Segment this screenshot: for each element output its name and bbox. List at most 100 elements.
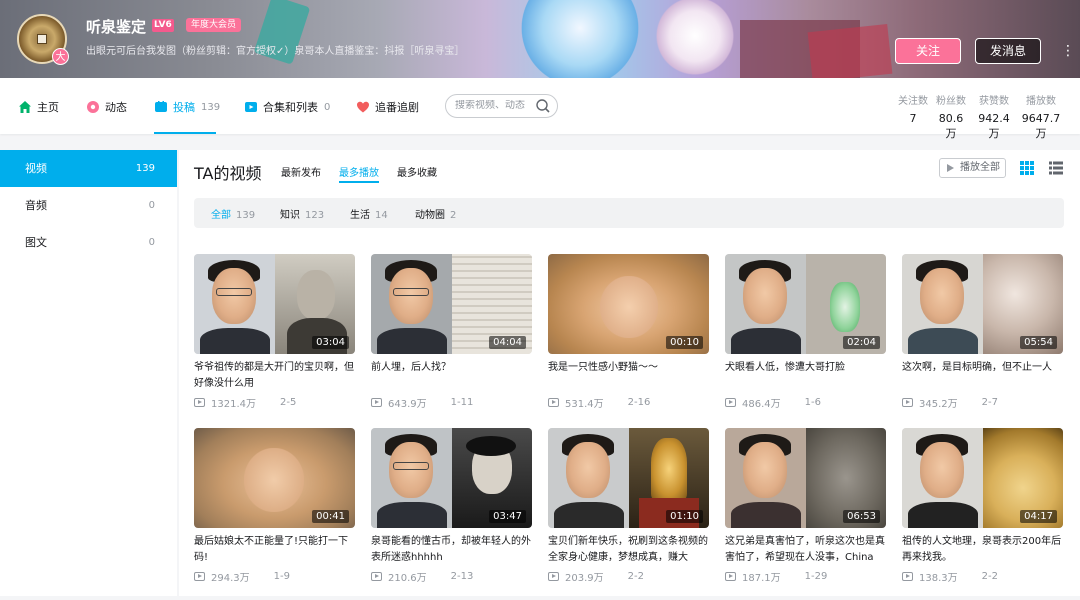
video-meta: 203.9万 2-2: [548, 569, 709, 584]
video-meta: 187.1万 1-29: [725, 569, 886, 584]
vip-avatar-badge: 大: [52, 48, 69, 65]
sort-latest[interactable]: 最新发布: [281, 164, 321, 179]
tab-collections[interactable]: 合集和列表 0: [244, 98, 330, 116]
stat-fans[interactable]: 粉丝数 80.6万: [934, 92, 968, 141]
follow-button[interactable]: 关注: [895, 38, 961, 64]
video-thumbnail[interactable]: 03:47: [371, 428, 532, 528]
playlist-icon: [245, 102, 257, 112]
video-card[interactable]: 05:54 这次啊，是目标明确，但不止一人 345.2万 2-7: [902, 254, 1063, 426]
video-card[interactable]: 06:53 这兄弟是真害怕了，听泉这次也是真害怕了，希望现在人没事，China …: [725, 428, 886, 600]
video-title[interactable]: 这兄弟是真害怕了，听泉这次也是真害怕了，希望现在人没事，China: [725, 534, 886, 566]
message-button[interactable]: 发消息: [975, 38, 1041, 64]
more-icon[interactable]: ⋮: [1058, 40, 1078, 62]
sort-most-played[interactable]: 最多播放: [339, 164, 379, 179]
video-thumbnail[interactable]: 00:10: [548, 254, 709, 354]
filter-animals[interactable]: 动物圈 2: [415, 206, 456, 221]
video-thumbnail[interactable]: 02:04: [725, 254, 886, 354]
video-title[interactable]: 最后姑娘太不正能量了!只能打一下码!: [194, 534, 355, 566]
video-thumbnail[interactable]: 05:54: [902, 254, 1063, 354]
space-search[interactable]: [445, 94, 558, 118]
video-thumbnail[interactable]: 03:04: [194, 254, 355, 354]
search-input[interactable]: [455, 100, 533, 111]
video-card[interactable]: 02:04 犬眼看人低，惨遭大哥打脸 486.4万 1-6: [725, 254, 886, 426]
video-card[interactable]: 01:10 宝贝们新年快乐，祝刷到这条视频的全家身心健康，梦想成真，赚大 203…: [548, 428, 709, 600]
flower-icon: [87, 101, 99, 113]
signature: 出眼元可后台我发图（粉丝剪辑：官方授权✓）泉哥本人直播鉴宝：抖报［听泉寻宝］: [86, 46, 465, 57]
tab-home[interactable]: 主页: [18, 98, 59, 116]
video-card[interactable]: 03:04 爷爷祖传的都是大开门的宝贝啊，但好像没什么用 1321.4万 2-5: [194, 254, 355, 426]
video-title[interactable]: 宝贝们新年快乐，祝刷到这条视频的全家身心健康，梦想成真，赚大: [548, 534, 709, 566]
video-card[interactable]: 03:47 泉哥能看的懂古币，却被年轻人的外表所迷惑hhhhh 210.6万 2-…: [371, 428, 532, 600]
tab-underline: [154, 132, 216, 134]
home-icon: [19, 101, 31, 113]
play-count-icon: [725, 398, 736, 407]
video-thumbnail[interactable]: 00:41: [194, 428, 355, 528]
vip-badge[interactable]: 年度大会员: [186, 18, 242, 32]
video-meta: 643.9万 1-11: [371, 395, 532, 410]
filter-knowledge[interactable]: 知识 123: [280, 206, 324, 221]
video-meta: 138.3万 2-2: [902, 569, 1063, 584]
video-meta: 210.6万 2-13: [371, 569, 532, 584]
tab-bangumi[interactable]: 追番追剧: [356, 98, 419, 116]
video-title[interactable]: 这次啊，是目标明确，但不止一人: [902, 360, 1063, 392]
page-title: TA的视频: [194, 164, 262, 183]
video-duration: 01:10: [666, 510, 703, 523]
tab-uploads[interactable]: 投稿 139: [154, 98, 220, 116]
video-duration: 04:04: [489, 336, 526, 349]
list-view-icon[interactable]: [1049, 161, 1063, 175]
level-badge: LV6: [152, 19, 174, 32]
video-meta: 294.3万 1-9: [194, 569, 355, 584]
video-thumbnail[interactable]: 06:53: [725, 428, 886, 528]
search-icon[interactable]: [535, 98, 551, 114]
tab-dynamic[interactable]: 动态: [86, 98, 127, 116]
sidebar-item-video[interactable]: 视频 139: [0, 150, 177, 187]
stat-views: 播放数 9647.7万: [1021, 96, 1061, 140]
sort-most-favorited[interactable]: 最多收藏: [397, 164, 437, 179]
video-title[interactable]: 我是一只性感小野猫～～: [548, 360, 709, 392]
video-title[interactable]: 前人埋，后人找？: [371, 360, 532, 392]
sidebar-item-audio[interactable]: 音频 0: [0, 187, 177, 224]
play-count-icon: [371, 398, 382, 407]
content-sidebar: 视频 139 音频 0 图文 0: [0, 150, 177, 596]
video-card[interactable]: 00:10 我是一只性感小野猫～～ 531.4万 2-16: [548, 254, 709, 426]
video-title[interactable]: 泉哥能看的懂古币，却被年轻人的外表所迷惑hhhhh: [371, 534, 532, 566]
profile-navbar: 主页 动态 投稿 139 合集和列表 0 追番追剧 关注数 7 粉丝数 80.6…: [0, 78, 1080, 140]
filter-life[interactable]: 生活 14: [350, 206, 388, 221]
play-count-icon: [725, 572, 736, 581]
banner-art: [807, 23, 893, 78]
banner-art: [520, 0, 640, 78]
video-card[interactable]: 04:17 祖传的人文地理，泉哥表示200年后再来找我。 138.3万 2-2: [902, 428, 1063, 600]
profile-banner: 大 听泉鉴定 LV6 年度大会员 出眼元可后台我发图（粉丝剪辑：官方授权✓）泉哥…: [0, 0, 1080, 78]
heart-icon: [357, 101, 369, 113]
play-count-icon: [371, 572, 382, 581]
video-title[interactable]: 犬眼看人低，惨遭大哥打脸: [725, 360, 886, 392]
play-all-button[interactable]: 播放全部: [939, 158, 1006, 178]
video-title[interactable]: 祖传的人文地理，泉哥表示200年后再来找我。: [902, 534, 1063, 566]
video-thumbnail[interactable]: 04:17: [902, 428, 1063, 528]
video-duration: 00:10: [666, 336, 703, 349]
video-duration: 06:53: [843, 510, 880, 523]
video-duration: 04:17: [1020, 510, 1057, 523]
video-duration: 03:47: [489, 510, 526, 523]
video-thumbnail[interactable]: 04:04: [371, 254, 532, 354]
play-count-icon: [194, 398, 205, 407]
video-card[interactable]: 00:41 最后姑娘太不正能量了!只能打一下码! 294.3万 1-9: [194, 428, 355, 600]
video-meta: 486.4万 1-6: [725, 395, 886, 410]
sidebar-item-article[interactable]: 图文 0: [0, 224, 177, 261]
play-icon: [947, 164, 954, 172]
video-panel: TA的视频 最新发布 最多播放 最多收藏 播放全部 全部 139 知识 123 生活…: [179, 150, 1080, 596]
video-meta: 531.4万 2-16: [548, 395, 709, 410]
video-meta: 345.2万 2-7: [902, 395, 1063, 410]
play-count-icon: [902, 572, 913, 581]
filter-all[interactable]: 全部 139: [211, 206, 255, 221]
play-count-icon: [548, 398, 559, 407]
video-card[interactable]: 04:04 前人埋，后人找？ 643.9万 1-11: [371, 254, 532, 426]
banner-art: [650, 0, 740, 78]
avatar[interactable]: 大: [17, 14, 69, 65]
video-meta: 1321.4万 2-5: [194, 395, 355, 410]
grid-view-icon[interactable]: [1020, 161, 1034, 175]
video-icon: [155, 101, 167, 112]
stat-following[interactable]: 关注数 7: [896, 92, 930, 125]
video-title[interactable]: 爷爷祖传的都是大开门的宝贝啊，但好像没什么用: [194, 360, 355, 392]
video-thumbnail[interactable]: 01:10: [548, 428, 709, 528]
